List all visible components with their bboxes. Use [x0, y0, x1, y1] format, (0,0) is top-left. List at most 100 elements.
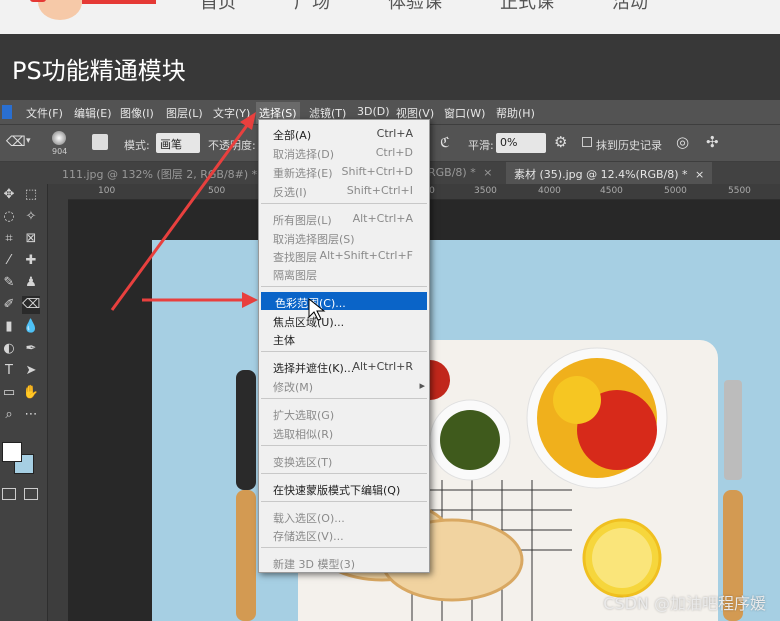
menu-item-inverse[interactable]: 反选(I) Shift+Ctrl+I [259, 181, 429, 199]
eraser-icon[interactable]: ⌫ [22, 296, 40, 314]
gradient-tool-icon[interactable]: ▮ [0, 318, 18, 336]
menu-help[interactable]: 帮助(H) [496, 105, 535, 121]
airbrush-icon[interactable]: ℭ [440, 135, 450, 151]
close-icon[interactable]: × [483, 166, 492, 179]
hand-tool-icon[interactable]: ✋ [22, 384, 40, 402]
menu-item-grow[interactable]: 扩大选取(G) [259, 404, 429, 422]
ruler-number: 500 [208, 186, 226, 196]
type-tool-icon[interactable]: T [0, 362, 18, 380]
menu-item-shortcut: Ctrl+D [375, 146, 413, 159]
smoothing-select[interactable]: 0% [496, 133, 546, 153]
menu-item-label: 主体 [273, 334, 295, 347]
menu-item-isolate-layers[interactable]: 隔离图层 [259, 264, 429, 282]
menu-separator [261, 473, 427, 474]
menu-item-label: 所有图层(L) [273, 214, 332, 227]
nav-link-course[interactable]: 正式课 [500, 0, 554, 14]
more-tools-icon[interactable]: ⋯ [22, 406, 40, 424]
mouse-cursor-icon [308, 298, 326, 321]
stamp-tool-icon[interactable]: ♟ [22, 274, 40, 292]
lasso-tool-icon[interactable]: ◌ [0, 208, 18, 226]
nav-link-trial[interactable]: 体验课 [388, 0, 442, 14]
menu-item-select-and-mask[interactable]: 选择并遮住(K)... Alt+Ctrl+R [259, 357, 429, 375]
menu-item-subject[interactable]: 主体 [259, 329, 429, 347]
frame-tool-icon[interactable]: ⊠ [22, 230, 40, 248]
nav-link-event[interactable]: 活动 [612, 0, 648, 14]
tools-panel: ✥ ⬚ ◌ ✧ ⌗ ⊠ ⁄ ✚ ✎ ♟ ✐ ⌫ ▮ 💧 ◐ ✒ T ➤ ▭ ✋ … [0, 184, 48, 621]
menu-item-label: 全部(A) [273, 129, 312, 142]
menu-item-new-3d-model[interactable]: 新建 3D 模型(3) [259, 553, 429, 571]
move-tool-icon[interactable]: ✥ [0, 186, 18, 204]
menu-item-similar[interactable]: 选取相似(R) [259, 423, 429, 441]
gear-icon[interactable]: ⚙ [554, 133, 567, 151]
menu-item-transform-selection[interactable]: 变换选区(T) [259, 451, 429, 469]
menu-item-load-selection[interactable]: 载入选区(O)... [259, 507, 429, 525]
close-icon[interactable]: × [695, 168, 704, 181]
menu-item-reselect[interactable]: 重新选择(E) Shift+Ctrl+D [259, 162, 429, 180]
symmetry-icon[interactable]: ✣ [706, 133, 719, 151]
chevron-down-icon[interactable]: ▾ [26, 136, 31, 146]
menu-edit[interactable]: 编辑(E) [74, 105, 112, 121]
menu-item-deselect-layers[interactable]: 取消选择图层(S) [259, 228, 429, 246]
menu-item-label: 取消选择图层(S) [273, 233, 355, 246]
dodge-tool-icon[interactable]: ◐ [0, 340, 18, 358]
menu-layer[interactable]: 图层(L) [166, 105, 203, 121]
menu-item-find-layers[interactable]: 查找图层 Alt+Shift+Ctrl+F [259, 246, 429, 264]
menu-item-quick-mask[interactable]: 在快速蒙版模式下编辑(Q) [259, 479, 429, 497]
menu-file[interactable]: 文件(F) [26, 105, 63, 121]
menu-separator [261, 286, 427, 287]
brush-settings-icon[interactable] [92, 134, 108, 150]
zoom-tool-icon[interactable]: ⌕ [0, 406, 18, 424]
path-select-icon[interactable]: ➤ [22, 362, 40, 380]
magic-wand-icon[interactable]: ✧ [22, 208, 40, 226]
site-top-nav: 首页 广场 体验课 正式课 活动 [0, 0, 780, 34]
foreground-color-swatch[interactable] [2, 442, 22, 462]
menu-item-shortcut: Shift+Ctrl+I [346, 184, 413, 197]
menu-item-label: 反选(I) [273, 186, 307, 199]
menu-image[interactable]: 图像(I) [120, 105, 154, 121]
mode-label: 模式: [124, 139, 150, 152]
tab-sucai[interactable]: 素材 (35).jpg @ 12.4%(RGB/8) * × [506, 162, 713, 184]
menu-item-shortcut: Alt+Ctrl+R [352, 360, 413, 373]
image-canvas[interactable] [152, 240, 780, 621]
menu-item-all-layers[interactable]: 所有图层(L) Alt+Ctrl+A [259, 209, 429, 227]
crop-tool-icon[interactable]: ⌗ [0, 230, 18, 248]
menu-item-select-all[interactable]: 全部(A) Ctrl+A [259, 124, 429, 142]
eraser-tool-icon[interactable]: ⌫ [6, 134, 26, 150]
menu-item-color-range[interactable]: 色彩范围(C)... [261, 292, 427, 310]
ruler-number: 100 [98, 186, 116, 196]
food-photo [236, 340, 743, 621]
pressure-icon[interactable]: ◎ [676, 133, 689, 151]
banner: PS功能精通模块 [0, 34, 780, 100]
history-brush-icon[interactable]: ✐ [0, 296, 18, 314]
nav-link-home[interactable]: 首页 [200, 0, 236, 14]
menu-item-save-selection[interactable]: 存储选区(V)... [259, 525, 429, 543]
brush-tool-icon[interactable]: ✎ [0, 274, 18, 292]
nav-link-plaza[interactable]: 广场 [294, 0, 330, 14]
menu-type[interactable]: 文字(Y) [213, 105, 250, 121]
menu-item-modify[interactable]: 修改(M) ▸ [259, 376, 429, 394]
mode-select[interactable]: 画笔 [156, 133, 200, 153]
tab-middle[interactable]: RGB/8) * × [420, 162, 500, 184]
erase-history-checkbox[interactable] [582, 137, 592, 147]
healing-brush-icon[interactable]: ✚ [22, 252, 40, 270]
screen-mode-icon[interactable] [24, 488, 38, 500]
quick-mask-icon[interactable] [2, 488, 16, 500]
tab-label: 111.jpg @ 132% (图层 2, RGB/8#) * [62, 168, 258, 181]
menu-item-focus-area[interactable]: 焦点区域(U)... [259, 311, 429, 329]
menu-item-deselect[interactable]: 取消选择(D) Ctrl+D [259, 143, 429, 161]
tab-111[interactable]: 111.jpg @ 132% (图层 2, RGB/8#) * × [54, 162, 282, 184]
brush-preset-icon[interactable] [52, 131, 66, 145]
site-logo[interactable] [24, 0, 160, 24]
menu-separator [261, 203, 427, 204]
menu-item-label: 查找图层 [273, 251, 317, 264]
blur-tool-icon[interactable]: 💧 [22, 318, 40, 336]
ruler-number: 3500 [474, 186, 497, 196]
menu-window[interactable]: 窗口(W) [444, 105, 485, 121]
select-dropdown-menu: 全部(A) Ctrl+A 取消选择(D) Ctrl+D 重新选择(E) Shif… [258, 119, 430, 573]
menu-3d[interactable]: 3D(D) [357, 105, 390, 118]
ps-logo-icon[interactable] [2, 105, 12, 119]
eyedropper-icon[interactable]: ⁄ [0, 252, 18, 270]
rectangle-tool-icon[interactable]: ▭ [0, 384, 18, 402]
pen-tool-icon[interactable]: ✒ [22, 340, 40, 358]
marquee-tool-icon[interactable]: ⬚ [22, 186, 40, 204]
